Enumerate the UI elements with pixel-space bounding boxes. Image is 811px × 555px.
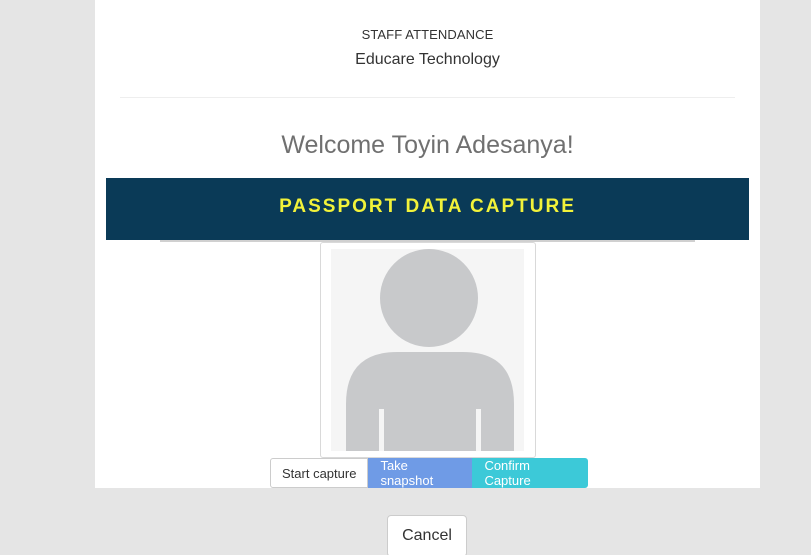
welcome-message: Welcome Toyin Adesanya!	[281, 131, 574, 159]
page: STAFF ATTENDANCE Educare Technology Welc…	[0, 0, 811, 555]
passport-photo-frame	[320, 242, 536, 458]
header-divider	[120, 97, 735, 98]
confirm-capture-button[interactable]: Confirm Capture	[472, 458, 589, 488]
photo-placeholder	[331, 249, 524, 451]
start-capture-button[interactable]: Start capture	[270, 458, 369, 488]
user-silhouette-icon	[346, 249, 514, 451]
passport-capture-banner: PASSPORT DATA CAPTURE	[106, 178, 749, 240]
take-snapshot-button[interactable]: Take snapshot	[368, 458, 473, 488]
banner-title: PASSPORT DATA CAPTURE	[279, 196, 576, 217]
organization-name: Educare Technology	[355, 51, 500, 68]
cancel-button[interactable]: Cancel	[387, 515, 467, 555]
page-subtitle: STAFF ATTENDANCE	[361, 27, 494, 42]
capture-button-group: Start capture Take snapshot Confirm Capt…	[270, 458, 589, 488]
